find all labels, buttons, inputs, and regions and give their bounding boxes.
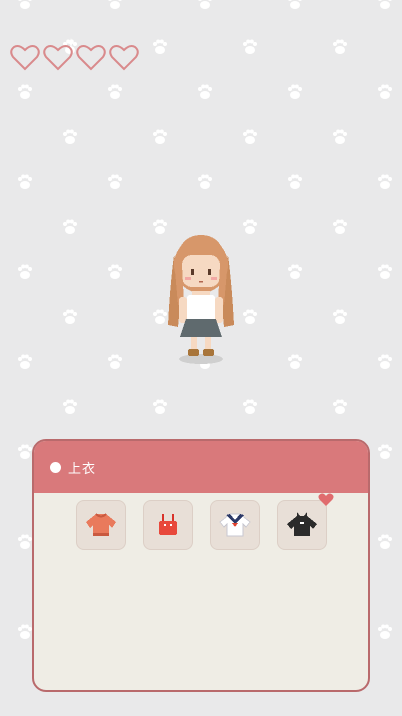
health-hearts [10, 44, 139, 72]
paw-print-icon [378, 0, 392, 9]
paw-print-icon [18, 264, 32, 279]
paw-print-icon [108, 84, 122, 99]
heart-empty-icon [76, 44, 106, 72]
paw-print-icon [198, 174, 212, 189]
orange-sweater-icon [86, 513, 116, 536]
paw-print-icon [288, 0, 302, 9]
heart-empty-icon [10, 44, 40, 72]
paw-print-icon [378, 174, 392, 189]
paw-print-icon [18, 0, 32, 9]
paw-print-icon [18, 624, 32, 639]
paw-print-icon [108, 0, 122, 9]
paw-print-icon [153, 39, 167, 54]
sparkle-icon [66, 38, 76, 48]
paw-print-icon [333, 219, 347, 234]
paw-print-icon [108, 264, 122, 279]
paw-print-icon [333, 309, 347, 324]
paw-print-icon [198, 84, 212, 99]
paw-print-icon [18, 534, 32, 549]
paw-print-icon [378, 264, 392, 279]
player-character[interactable] [160, 225, 242, 370]
paw-print-icon [108, 174, 122, 189]
category-title: 上衣 [68, 461, 97, 477]
paw-print-icon [153, 129, 167, 144]
paw-print-icon [63, 309, 77, 324]
paw-print-icon [243, 219, 257, 234]
paw-print-icon [243, 39, 257, 54]
paw-print-icon [378, 84, 392, 99]
paw-print-icon [243, 399, 257, 414]
black-cat-shirt-icon [287, 512, 317, 536]
paw-print-icon [333, 399, 347, 414]
paw-print-icon [198, 0, 212, 9]
paw-print-icon [108, 354, 122, 369]
paw-print-icon [333, 39, 347, 54]
paw-print-icon [288, 84, 302, 99]
wardrobe-category-header[interactable]: 上衣 [34, 441, 368, 493]
paw-print-icon [378, 534, 392, 549]
red-camisole-icon [159, 514, 177, 535]
paw-print-icon [63, 399, 77, 414]
paw-print-icon [18, 444, 32, 459]
paw-print-icon [18, 354, 32, 369]
heart-empty-icon [109, 44, 139, 72]
paw-print-icon [243, 309, 257, 324]
wardrobe-item-sailor-top[interactable] [210, 500, 260, 550]
paw-print-icon [243, 129, 257, 144]
paw-print-icon [63, 219, 77, 234]
paw-print-icon [18, 84, 32, 99]
wardrobe-panel: 上衣 [32, 439, 370, 692]
paw-print-icon [378, 624, 392, 639]
paw-print-icon [288, 264, 302, 279]
paw-print-icon [333, 129, 347, 144]
wardrobe-item-list [34, 493, 368, 550]
favorite-heart-icon [318, 493, 334, 506]
paw-print-icon [63, 129, 77, 144]
paw-print-icon [288, 174, 302, 189]
paw-print-icon [18, 174, 32, 189]
paw-print-icon [288, 354, 302, 369]
heart-empty-icon [43, 44, 73, 72]
paw-print-icon [153, 399, 167, 414]
category-dot-icon [50, 461, 61, 473]
character-shadow [179, 354, 223, 364]
paw-print-icon [378, 354, 392, 369]
sailor-top-icon [219, 513, 251, 537]
paw-print-icon [378, 444, 392, 459]
wardrobe-item-orange-sweater[interactable] [76, 500, 126, 550]
wardrobe-item-black-cat-shirt[interactable] [277, 493, 334, 550]
wardrobe-item-red-camisole[interactable] [143, 500, 193, 550]
